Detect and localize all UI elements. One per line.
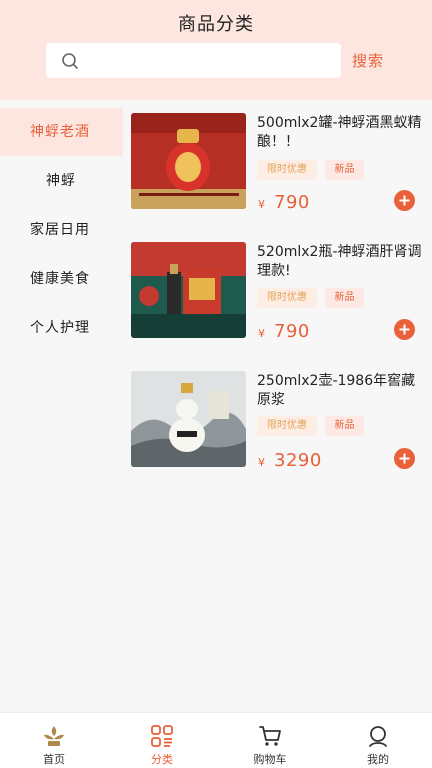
tab-profile-label: 我的	[367, 753, 389, 766]
promo-badge: 限时优惠	[257, 416, 317, 436]
category-sidebar: 神蜉老酒 神蜉 家居日用 健康美食 个人护理	[0, 108, 123, 708]
sidebar-item-shenfu[interactable]: 神蜉	[0, 157, 123, 205]
tab-category-label: 分类	[151, 753, 173, 766]
new-badge: 新品	[325, 416, 364, 436]
product-image[interactable]	[131, 242, 246, 338]
product-title[interactable]: 500mlx2罐-神蜉酒黑蚁精酿！！	[257, 114, 422, 152]
tab-cart[interactable]: 购物车	[216, 713, 324, 768]
category-icon	[151, 725, 173, 747]
sidebar-item-health-food[interactable]: 健康美食	[0, 255, 123, 303]
search-input[interactable]	[46, 43, 341, 78]
home-logo-icon	[44, 726, 64, 746]
bottom-tab-bar: 首页 分类 购物车 我的	[0, 712, 432, 768]
currency-symbol: ¥	[258, 198, 265, 211]
add-to-cart-icon[interactable]	[394, 319, 415, 340]
product-price: 790	[274, 192, 310, 213]
header: 商品分类 搜索	[0, 0, 432, 100]
tab-category[interactable]: 分类	[108, 713, 216, 768]
search-button[interactable]: 搜索	[352, 50, 384, 71]
add-to-cart-icon[interactable]	[394, 190, 415, 211]
product-image[interactable]	[131, 371, 246, 467]
sidebar-item-shenfu-laojiu[interactable]: 神蜉老酒	[0, 108, 123, 156]
product-price: 790	[274, 321, 310, 342]
cart-icon	[259, 726, 281, 746]
search-icon	[62, 53, 78, 69]
promo-badge: 限时优惠	[257, 160, 317, 180]
new-badge: 新品	[325, 160, 364, 180]
tab-profile[interactable]: 我的	[324, 713, 432, 768]
promo-badge: 限时优惠	[257, 288, 317, 308]
product-title[interactable]: 520mlx2瓶-神蜉酒肝肾调理款!	[257, 243, 422, 281]
tab-home[interactable]: 首页	[0, 713, 108, 768]
new-badge: 新品	[325, 288, 364, 308]
page-title: 商品分类	[178, 14, 254, 35]
tab-cart-label: 购物车	[253, 753, 287, 766]
user-icon	[369, 726, 387, 747]
tab-home-label: 首页	[43, 753, 65, 766]
product-title[interactable]: 250mlx2壶-1986年窖藏原浆	[257, 372, 422, 410]
product-price: 3290	[274, 450, 322, 471]
currency-symbol: ¥	[258, 327, 265, 340]
product-image[interactable]	[131, 113, 246, 209]
add-to-cart-icon[interactable]	[394, 448, 415, 469]
currency-symbol: ¥	[258, 456, 265, 469]
sidebar-item-personal-care[interactable]: 个人护理	[0, 304, 123, 352]
sidebar-item-home-goods[interactable]: 家居日用	[0, 206, 123, 254]
